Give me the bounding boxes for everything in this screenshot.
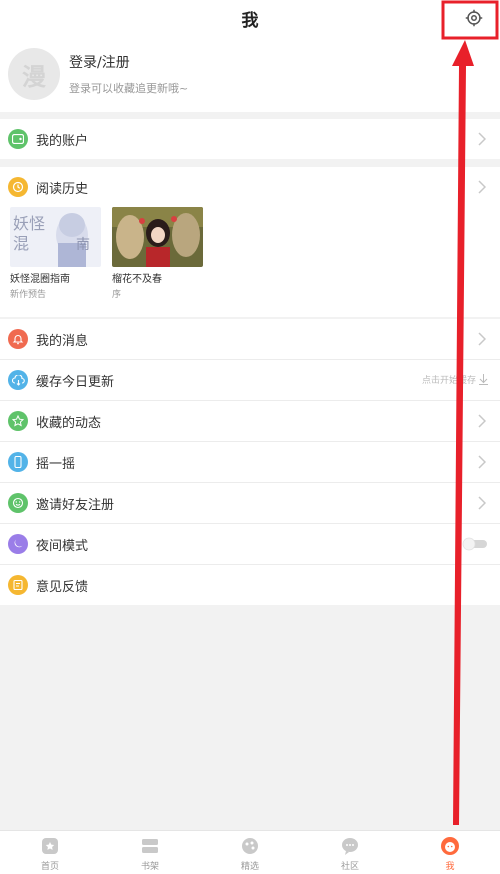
- login-register-label[interactable]: 登录/注册: [69, 52, 188, 72]
- home-icon: [42, 838, 58, 854]
- comic-cover: 妖怪 混 南: [10, 207, 101, 267]
- feedback-icon: [8, 575, 28, 595]
- bell-icon: [8, 329, 28, 349]
- chevron-right-icon: [478, 414, 486, 428]
- cache-hint[interactable]: 点击开始缓存: [422, 373, 488, 386]
- tab-bookshelf[interactable]: 书架: [100, 831, 200, 874]
- tab-community[interactable]: 社区: [300, 831, 400, 874]
- tab-featured[interactable]: 精选: [200, 831, 300, 874]
- moon-icon: [8, 534, 28, 554]
- menu-item-invite[interactable]: 邀请好友注册: [0, 483, 500, 523]
- star-icon: [8, 411, 28, 431]
- chevron-right-icon: [478, 496, 486, 510]
- menu-label: 我的账户: [36, 133, 89, 149]
- phone-shake-icon: [8, 452, 28, 472]
- history-item-chapter: 新作预告: [10, 290, 47, 300]
- menu-item-night-mode: 夜间模式: [0, 524, 500, 564]
- menu-item-cache[interactable]: 缓存今日更新 点击开始缓存: [0, 360, 500, 400]
- menu-item-feedback[interactable]: 意见反馈: [0, 565, 500, 605]
- wallet-icon: [8, 129, 28, 149]
- tab-label: 首页: [40, 862, 59, 872]
- tab-label: 书架: [140, 862, 159, 872]
- menu-label: 意见反馈: [36, 579, 89, 595]
- avatar[interactable]: 漫: [8, 48, 60, 100]
- bookshelf-icon: [142, 839, 158, 853]
- cache-hint-text: 点击开始缓存: [421, 376, 476, 386]
- login-card[interactable]: 漫 登录/注册 登录可以收藏追更新哦~: [0, 36, 500, 112]
- cloud-download-icon: [8, 370, 28, 390]
- svg-text:混: 混: [13, 234, 29, 253]
- palette-icon: [242, 838, 258, 854]
- history-item-title: 榴花不及春: [112, 274, 162, 285]
- chevron-right-icon: [478, 455, 486, 469]
- tab-home[interactable]: 首页: [0, 831, 100, 874]
- download-icon: [479, 374, 488, 385]
- menu-label: 摇一摇: [36, 456, 76, 472]
- history-item-title: 妖怪混圈指南: [10, 274, 70, 285]
- menu-label: 我的消息: [36, 333, 89, 349]
- chevron-right-icon: [478, 180, 486, 194]
- tab-label: 我: [445, 862, 455, 872]
- menu-label: 阅读历史: [36, 181, 89, 197]
- menu-item-messages[interactable]: 我的消息: [0, 319, 500, 359]
- tab-me[interactable]: 我: [400, 831, 500, 874]
- menu-item-favorites[interactable]: 收藏的动态: [0, 401, 500, 441]
- svg-text:妖怪: 妖怪: [13, 214, 45, 233]
- history-item-chapter: 序: [112, 290, 122, 300]
- top-bar: 我: [0, 0, 500, 36]
- page-title: 我: [241, 10, 259, 31]
- tab-label: 精选: [240, 862, 259, 872]
- menu-label: 收藏的动态: [36, 415, 102, 431]
- menu-label: 邀请好友注册: [36, 497, 115, 513]
- svg-text:南: 南: [76, 237, 90, 253]
- menu-label: 夜间模式: [36, 538, 89, 554]
- settings-button[interactable]: [462, 6, 486, 30]
- history-item[interactable]: 榴花不及春 序: [112, 207, 203, 300]
- invite-icon: [8, 493, 28, 513]
- history-item[interactable]: 妖怪 混 南 妖怪混圈指南 新作预告: [10, 207, 101, 300]
- tab-label: 社区: [340, 862, 359, 872]
- menu-label: 缓存今日更新: [36, 374, 115, 390]
- profile-face-icon: [441, 837, 459, 855]
- reading-history-section: 阅读历史 妖怪 混 南 妖怪混圈指南 新作预告 榴花不及春 序: [0, 167, 500, 317]
- comic-cover: [112, 207, 203, 267]
- menu-item-shake[interactable]: 摇一摇: [0, 442, 500, 482]
- gear-icon: [465, 9, 483, 27]
- chevron-right-icon: [478, 132, 486, 146]
- history-icon: [8, 177, 28, 197]
- login-hint: 登录可以收藏追更新哦~: [69, 82, 189, 95]
- night-mode-toggle[interactable]: [462, 537, 488, 551]
- menu-item-account[interactable]: 我的账户: [0, 119, 500, 159]
- chat-bubble-icon: [342, 838, 358, 855]
- chevron-right-icon: [478, 332, 486, 346]
- menu-item-history[interactable]: 阅读历史: [0, 167, 500, 207]
- bottom-tab-bar: 首页 书架 精选 社区 我: [0, 830, 500, 874]
